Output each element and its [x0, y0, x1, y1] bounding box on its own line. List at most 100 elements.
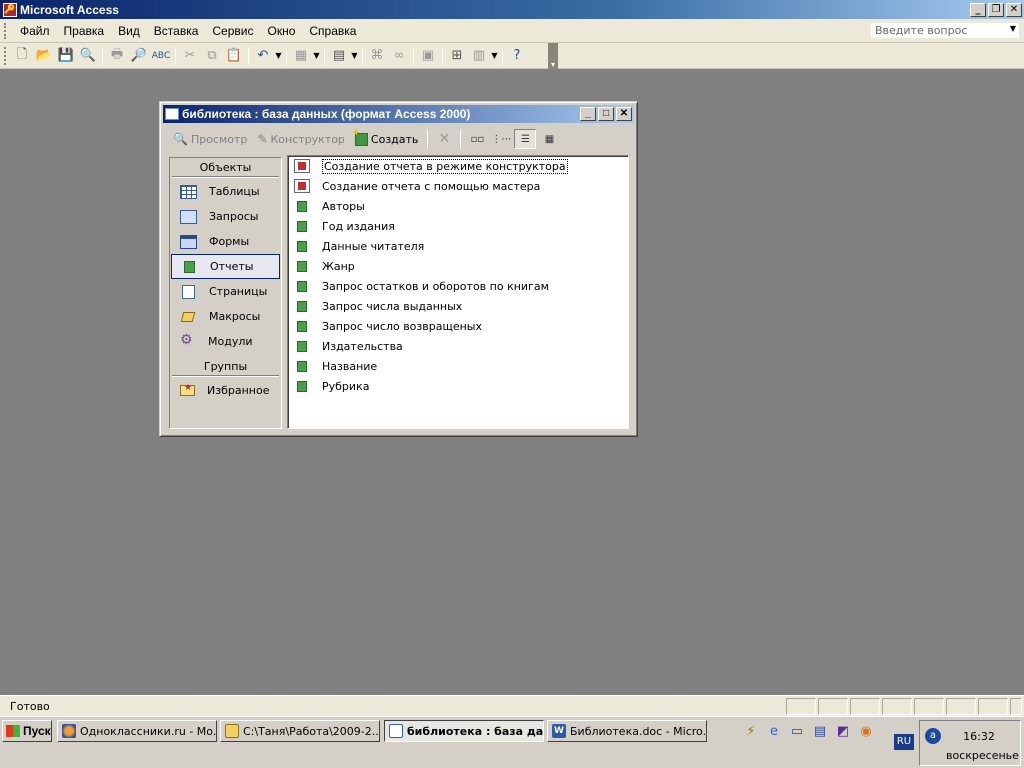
- task-button-access[interactable]: библиотека : база да...: [384, 720, 544, 742]
- list-view-icon[interactable]: ☰: [514, 129, 537, 149]
- task-button-folder[interactable]: C:\Таня\Работа\2009-2...: [220, 720, 380, 742]
- list-item[interactable]: Год издания: [288, 216, 628, 236]
- list-item[interactable]: Запрос число возвращеных: [288, 316, 628, 336]
- print-icon[interactable]: 🖶: [106, 45, 128, 67]
- winamp-icon[interactable]: ◩: [834, 722, 852, 740]
- objects-item-forms[interactable]: Формы: [170, 229, 281, 254]
- task-button-browser[interactable]: Одноклассники.ru - Мо...: [57, 720, 217, 742]
- small-icons-view-icon[interactable]: ⋮⋯: [490, 129, 512, 149]
- chevron-down-icon[interactable]: ▼: [274, 45, 283, 67]
- code-icon[interactable]: ⌘: [366, 45, 388, 67]
- groups-item-favorites[interactable]: Избранное: [170, 378, 281, 403]
- properties-icon[interactable]: ▣: [417, 45, 439, 67]
- menu-edit[interactable]: Правка: [57, 22, 112, 40]
- internet-explorer-icon[interactable]: e: [765, 722, 783, 740]
- network-icon[interactable]: ⚡: [742, 722, 760, 740]
- start-button[interactable]: Пуск: [2, 720, 52, 742]
- list-item[interactable]: Запрос остатков и оборотов по книгам: [288, 276, 628, 296]
- word-icon[interactable]: ▤: [811, 722, 829, 740]
- language-indicator[interactable]: RU: [894, 734, 914, 750]
- windows-flag-icon: [6, 725, 20, 737]
- relationships-icon[interactable]: ⊞: [446, 45, 468, 67]
- preview-button[interactable]: 🔍 Просмотр: [169, 128, 251, 150]
- objects-item-reports[interactable]: Отчеты: [171, 254, 280, 279]
- list-item[interactable]: Создание отчета с помощью мастера: [288, 176, 628, 196]
- objects-header[interactable]: Объекты: [172, 159, 279, 177]
- menu-insert[interactable]: Вставка: [147, 22, 206, 40]
- new-object-icon[interactable]: ▥: [468, 45, 490, 67]
- objects-item-modules[interactable]: Модули: [170, 329, 281, 354]
- groups-item-label: Избранное: [207, 384, 270, 397]
- db-minimize-button[interactable]: _: [580, 107, 596, 121]
- antivirus-icon[interactable]: a: [925, 728, 941, 744]
- menu-help[interactable]: Справка: [302, 22, 363, 40]
- access-app-icon[interactable]: 🔑: [3, 2, 17, 17]
- status-cell: [946, 697, 976, 715]
- db-close-button[interactable]: ✕: [616, 107, 632, 121]
- office-links-icon[interactable]: ▦: [290, 45, 312, 67]
- chevron-down-icon[interactable]: ▼: [350, 45, 359, 67]
- report-icon: [297, 340, 307, 352]
- help-icon[interactable]: ?: [506, 45, 528, 67]
- chevron-down-icon[interactable]: ▼: [1010, 24, 1016, 33]
- copy-icon[interactable]: ⧉: [201, 45, 223, 67]
- design-label: Конструктор: [270, 132, 345, 146]
- menu-window[interactable]: Окно: [260, 22, 302, 40]
- list-item-label: Авторы: [322, 199, 365, 213]
- status-cell: [882, 697, 912, 715]
- list-item[interactable]: Жанр: [288, 256, 628, 276]
- toolbar-grip[interactable]: [4, 46, 7, 65]
- objects-item-label: Запросы: [209, 210, 259, 223]
- open-folder-icon[interactable]: 📂: [33, 45, 55, 67]
- cut-icon[interactable]: ✂: [179, 45, 201, 67]
- show-desktop-icon[interactable]: ▭: [788, 722, 806, 740]
- print-preview-icon[interactable]: 🔎: [128, 45, 150, 67]
- save-icon[interactable]: 💾: [55, 45, 77, 67]
- menu-tools[interactable]: Сервис: [205, 22, 260, 40]
- create-button[interactable]: Создать: [351, 128, 423, 150]
- module-icon: [180, 332, 196, 349]
- objects-item-pages[interactable]: Страницы: [170, 279, 281, 304]
- database-window-title-bar[interactable]: библиотека : база данных (формат Access …: [163, 105, 634, 123]
- list-item[interactable]: Издательства: [288, 336, 628, 356]
- groups-header[interactable]: Группы: [172, 358, 279, 376]
- restore-button[interactable]: ❐: [988, 2, 1004, 17]
- report-icon: [297, 220, 307, 232]
- menu-grip[interactable]: [4, 22, 7, 39]
- microsoft-script-icon[interactable]: ∞: [388, 45, 410, 67]
- close-button[interactable]: ✕: [1006, 2, 1022, 17]
- list-item[interactable]: Авторы: [288, 196, 628, 216]
- objects-item-macros[interactable]: Макросы: [170, 304, 281, 329]
- db-maximize-button[interactable]: □: [598, 107, 614, 121]
- task-button-word[interactable]: W Библиотека.doc - Micro...: [547, 720, 707, 742]
- database-icon[interactable]: [165, 108, 179, 120]
- new-file-icon[interactable]: 🗋: [11, 45, 33, 67]
- firefox-icon[interactable]: ◉: [857, 722, 875, 740]
- design-button[interactable]: ✎ Конструктор: [253, 128, 349, 150]
- objects-item-tables[interactable]: Таблицы: [170, 179, 281, 204]
- app-title-bar[interactable]: 🔑 Microsoft Access _ ❐ ✕: [0, 0, 1024, 19]
- menu-file[interactable]: Файл: [13, 22, 57, 40]
- help-question-input[interactable]: Введите вопрос ▼: [870, 22, 1020, 39]
- menu-view[interactable]: Вид: [111, 22, 147, 40]
- list-item[interactable]: Название: [288, 356, 628, 376]
- list-item[interactable]: Рубрика: [288, 376, 628, 396]
- large-icons-view-icon[interactable]: ▫▫: [466, 129, 488, 149]
- list-item[interactable]: Данные читателя: [288, 236, 628, 256]
- objects-item-queries[interactable]: Запросы: [170, 204, 281, 229]
- chevron-down-icon[interactable]: ▼: [312, 45, 321, 67]
- details-view-icon[interactable]: ▦: [538, 129, 560, 149]
- delete-icon[interactable]: ✕: [433, 129, 455, 149]
- search-file-icon[interactable]: 🔍: [77, 45, 99, 67]
- minimize-button[interactable]: _: [970, 2, 986, 17]
- list-item[interactable]: Создание отчета в режиме конструктора: [288, 156, 628, 176]
- clock[interactable]: 16:32: [954, 730, 1004, 743]
- undo-icon[interactable]: ↶: [252, 45, 274, 67]
- paste-icon[interactable]: 📋: [223, 45, 245, 67]
- query-icon: [180, 209, 197, 224]
- list-item[interactable]: Запрос числа выданных: [288, 296, 628, 316]
- toolbar-options-icon[interactable]: ▾: [548, 42, 558, 69]
- spelling-icon[interactable]: ABC: [150, 45, 172, 67]
- analyze-icon[interactable]: ▤: [328, 45, 350, 67]
- chevron-down-icon[interactable]: ▼: [490, 45, 499, 67]
